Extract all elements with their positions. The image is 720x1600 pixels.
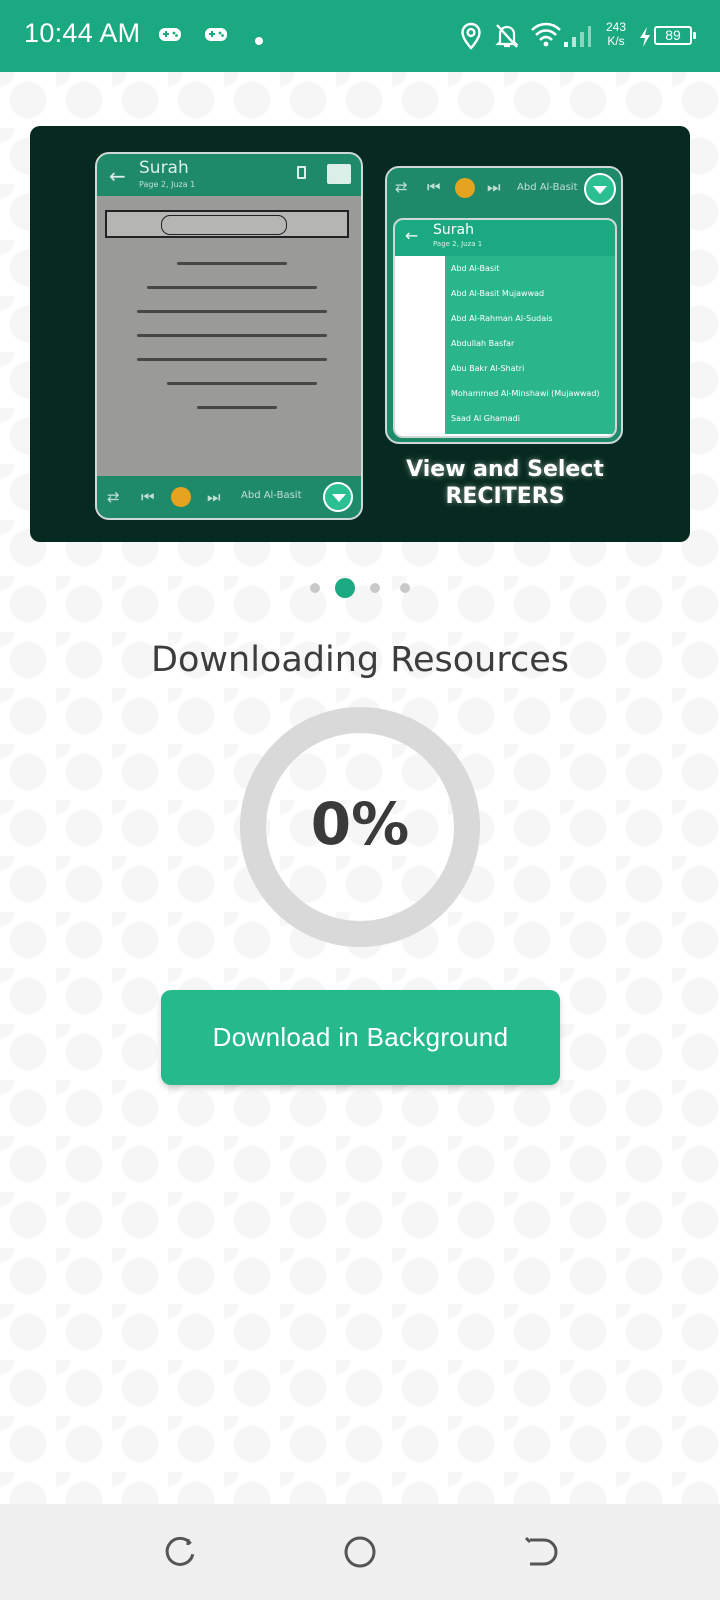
bell-off-icon: [494, 22, 520, 54]
network-speed: 243 K/s: [606, 20, 626, 48]
carousel-dot-active[interactable]: [335, 578, 355, 598]
gamepad-icon: [204, 24, 228, 48]
book-icon: [327, 164, 351, 184]
mock-title: Surah: [139, 158, 189, 178]
play-icon: [455, 178, 475, 198]
status-time: 10:44 AM: [24, 18, 141, 48]
location-icon: [460, 22, 482, 54]
downloading-title: Downloading Resources: [151, 640, 569, 680]
network-speed-unit: K/s: [607, 34, 625, 48]
phone-mockup-left: ← Surah Page 2, Juza 1 ⇄ ⏮ ⏭ Abd Al-Basi…: [95, 152, 363, 520]
progress-percentage: 0%: [310, 790, 410, 858]
recent-apps-icon[interactable]: [162, 1534, 198, 1570]
next-icon: ⏭: [487, 178, 501, 196]
back-arrow-icon: ←: [109, 164, 126, 188]
quran-text-line: [177, 262, 287, 265]
mock-subtitle: Page 2, Juza 1: [433, 240, 483, 248]
signal-icon: [562, 24, 592, 52]
banner-caption: View and Select RECITERS: [390, 456, 620, 510]
previous-icon: ⏮: [427, 178, 441, 196]
quran-text-line: [137, 358, 327, 361]
quran-text-line: [167, 382, 317, 385]
repeat-icon: ⇄: [107, 488, 120, 506]
mock-reciter-name: Abd Al-Basit: [517, 182, 578, 193]
reciter-item: Saad Al Ghamadi: [451, 414, 520, 423]
mock-player-bar: ⇄ ⏮ ⏭ Abd Al-Basit: [97, 476, 361, 518]
carousel-dot[interactable]: [310, 583, 320, 593]
status-bar: 10:44 AM 243 K/s 89: [0, 0, 720, 72]
reciter-item: Abdullah Basfar: [451, 339, 515, 348]
network-speed-value: 243: [606, 20, 627, 34]
charging-icon: [638, 26, 652, 52]
carousel-indicator: [300, 578, 420, 598]
bookmark-icon: [297, 166, 306, 179]
wifi-icon: [530, 20, 562, 52]
carousel-dot[interactable]: [400, 583, 410, 593]
surah-header-ornament: [105, 210, 349, 238]
dropdown-icon: [323, 482, 353, 512]
home-icon[interactable]: [342, 1534, 378, 1570]
banner-caption-line1: View and Select: [406, 457, 604, 482]
battery-icon: 89: [654, 26, 696, 45]
reciter-item: Abd Al-Basit Mujawwad: [451, 289, 545, 298]
reciter-list: Abd Al-Basit Abd Al-Basit Mujawwad Abd A…: [445, 256, 615, 434]
dot-icon: [254, 31, 264, 50]
quran-text-line: [197, 406, 277, 409]
download-in-background-button[interactable]: Download in Background: [161, 990, 560, 1085]
quran-text-line: [137, 334, 327, 337]
banner-caption-line2: RECITERS: [445, 484, 565, 509]
onboarding-banner[interactable]: ← Surah Page 2, Juza 1 ⇄ ⏮ ⏭ Abd Al-Basi…: [30, 126, 690, 542]
dropdown-icon: [584, 173, 616, 205]
quran-text-line: [147, 286, 317, 289]
back-icon[interactable]: [522, 1534, 558, 1570]
mock-header: ← Surah Page 2, Juza 1: [395, 220, 615, 256]
repeat-icon: ⇄: [395, 178, 408, 196]
quran-text-line: [137, 310, 327, 313]
carousel-dot[interactable]: [370, 583, 380, 593]
navigation-bar: [0, 1504, 720, 1600]
back-arrow-icon: ←: [405, 226, 419, 245]
play-icon: [171, 487, 191, 507]
mock-reciter-name: Abd Al-Basit: [241, 490, 302, 501]
inner-phone-mockup: ← Surah Page 2, Juza 1 Abd Al-Basit Abd …: [393, 218, 617, 438]
mock-subtitle: Page 2, Juza 1: [139, 180, 196, 189]
next-icon: ⏭: [207, 488, 221, 506]
mock-title: Surah: [433, 222, 474, 238]
reciter-item: Abu Bakr Al-Shatri: [451, 364, 525, 373]
gamepad-icon: [158, 24, 182, 48]
mock-header: ← Surah Page 2, Juza 1: [97, 154, 361, 196]
reciter-item: Abd Al-Rahman Al-Sudais: [451, 314, 553, 323]
previous-icon: ⏮: [141, 488, 155, 506]
phone-mockup-right: ⇄ ⏮ ⏭ Abd Al-Basit ← Surah Page 2, Juza …: [385, 166, 623, 444]
reciter-item: Mohammed Al-Minshawi (Mujawwad): [451, 389, 600, 398]
reciter-item: Abd Al-Basit: [451, 264, 500, 273]
